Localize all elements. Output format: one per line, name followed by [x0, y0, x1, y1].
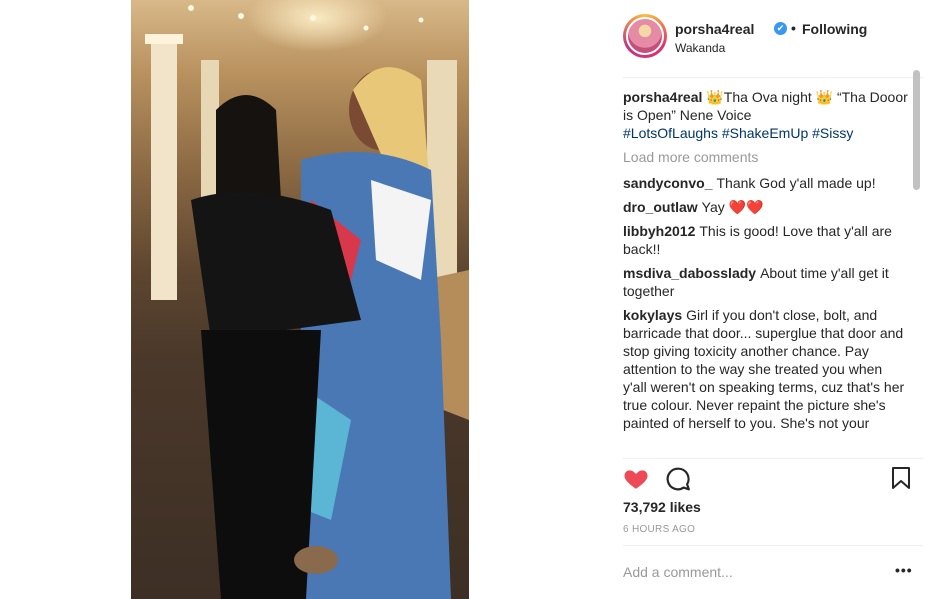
- post-photo[interactable]: [131, 0, 469, 599]
- caption-username-link[interactable]: porsha4real: [623, 89, 702, 105]
- comments-divider: [623, 458, 923, 459]
- comment-username-link[interactable]: dro_outlaw: [623, 199, 698, 215]
- comment-text: Girl if you don't close, bolt, and barri…: [623, 307, 905, 431]
- more-options-icon[interactable]: •••: [895, 562, 913, 578]
- verified-badge-icon: ✔: [774, 22, 787, 35]
- action-bar: [623, 466, 923, 492]
- hashtag-link[interactable]: #Sissy: [812, 125, 853, 141]
- hashtag-link[interactable]: #LotsOfLaughs: [623, 125, 718, 141]
- separator-dot: •: [791, 20, 796, 36]
- username-link[interactable]: porsha4real: [675, 21, 754, 37]
- caption: porsha4real 👑Tha Ova night 👑 “Tha Dooor i…: [623, 88, 909, 142]
- post-header: porsha4real ✔ • Following Wakanda: [623, 14, 923, 62]
- comment-item: kokylays Girl if you don't close, bolt, a…: [623, 306, 909, 432]
- bookmark-icon[interactable]: [891, 466, 911, 490]
- footer-divider: [623, 545, 923, 546]
- avatar-image: [626, 17, 664, 55]
- post-details-panel: porsha4real ✔ • Following Wakanda porsha…: [609, 0, 935, 599]
- comment-item: dro_outlaw Yay ❤️❤️: [623, 198, 909, 216]
- comment-username-link[interactable]: msdiva_dabosslady: [623, 265, 756, 281]
- comment-text: Yay ❤️❤️: [701, 199, 764, 215]
- comment-item: libbyh2012 This is good! Love that y'all …: [623, 222, 909, 258]
- comment-text: Thank God y'all made up!: [716, 175, 876, 191]
- scrollbar[interactable]: [913, 70, 920, 190]
- comment-username-link[interactable]: libbyh2012: [623, 223, 695, 239]
- comment-username-link[interactable]: sandyconvo_: [623, 175, 712, 191]
- header-divider: [623, 77, 923, 78]
- comment-item: sandyconvo_ Thank God y'all made up!: [623, 174, 909, 192]
- post-timestamp[interactable]: 6 HOURS AGO: [623, 524, 695, 535]
- following-button[interactable]: Following: [802, 21, 867, 37]
- heart-icon[interactable]: [623, 466, 649, 492]
- comment-icon[interactable]: [665, 466, 691, 492]
- location-link[interactable]: Wakanda: [675, 41, 725, 55]
- comment-item: msdiva_dabosslady About time y'all get it…: [623, 264, 909, 300]
- avatar[interactable]: [623, 14, 667, 58]
- hashtag-link[interactable]: #ShakeEmUp: [722, 125, 808, 141]
- likes-count[interactable]: 73,792 likes: [623, 499, 701, 515]
- add-comment-input[interactable]: Add a comment...: [623, 564, 873, 580]
- photo-illustration: [145, 5, 469, 599]
- load-more-comments-button[interactable]: Load more comments: [623, 148, 909, 166]
- comments-list[interactable]: porsha4real 👑Tha Ova night 👑 “Tha Dooor i…: [623, 88, 909, 456]
- comment-username-link[interactable]: kokylays: [623, 307, 682, 323]
